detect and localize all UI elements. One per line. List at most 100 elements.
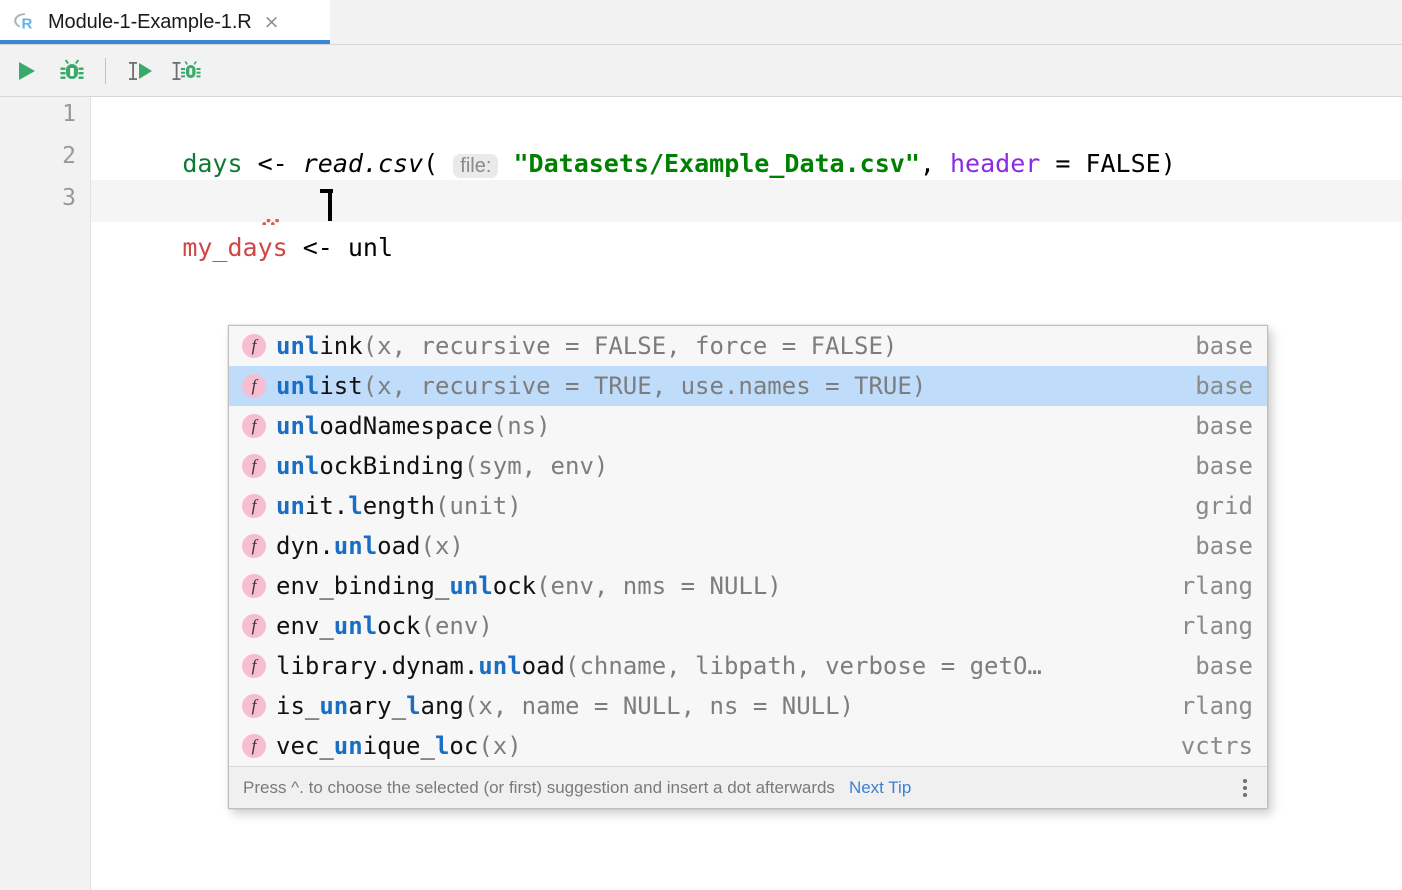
completion-name: oadNamespace	[319, 412, 492, 440]
completion-args: (x)	[478, 732, 521, 760]
text-caret	[328, 189, 332, 221]
completion-item[interactable]: flibrary.dynam.unload(chname, libpath, v…	[229, 646, 1267, 686]
completion-name: ockBinding	[319, 452, 464, 480]
code-token-days: days	[182, 149, 242, 178]
completion-match: unl	[276, 372, 319, 400]
function-icon: f	[242, 734, 266, 758]
completion-item[interactable]: funlist(x, recursive = TRUE, use.names =…	[229, 366, 1267, 406]
svg-text:R: R	[22, 16, 33, 33]
completion-name: ique_	[363, 732, 435, 760]
parameter-hint-file: file:	[453, 154, 498, 178]
completion-item[interactable]: f env_binding_unlock(env, nms = NULL) rlan…	[229, 566, 1267, 606]
code-line-1[interactable]: days <- read.csv( file: "Datasets/Exampl…	[92, 101, 1176, 143]
completion-item[interactable]: funit.length(unit)grid	[229, 486, 1267, 526]
completion-args: (chname, libpath, verbose = getO…	[565, 652, 1042, 680]
run-toolbar	[0, 45, 1402, 97]
completion-match: unl	[334, 612, 377, 640]
function-icon: f	[242, 414, 266, 438]
completion-match: unl	[334, 532, 377, 560]
next-tip-link[interactable]: Next Tip	[849, 778, 911, 798]
completion-item[interactable]: funlockBinding(sym, env) base	[229, 446, 1267, 486]
run-triangle-icon	[13, 58, 39, 84]
completion-item-signature: library.dynam.unload(chname, libpath, ve…	[276, 652, 1179, 680]
completion-name: ock	[377, 612, 420, 640]
editor-tab-bar: R Module-1-Example-1.R ×	[0, 0, 1402, 45]
code-completion-popup[interactable]: funlink(x, recursive = FALSE, force = FA…	[228, 325, 1268, 809]
debug-button[interactable]	[52, 51, 92, 91]
completion-item[interactable]: funlink(x, recursive = FALSE, force = FA…	[229, 326, 1267, 366]
completion-item-package: grid	[1195, 492, 1253, 520]
completion-item-package: vctrs	[1181, 732, 1253, 760]
completion-match: unl	[276, 332, 319, 360]
completion-args: (sym, env)	[464, 452, 609, 480]
completion-item[interactable]: f unloadNamespace(ns) base	[229, 406, 1267, 446]
completion-item-signature: unloadNamespace(ns)	[276, 412, 1179, 440]
completion-name: ist	[319, 372, 362, 400]
completion-item-package: base	[1195, 412, 1253, 440]
code-token-read-csv: read.csv	[303, 149, 423, 178]
completion-item-package: base	[1195, 532, 1253, 560]
completion-item-signature: dyn.unload(x)	[276, 532, 1179, 560]
code-token-open-paren: (	[423, 149, 438, 178]
completion-item[interactable]: fis_unary_lang(x, name = NULL, ns = NULL…	[229, 686, 1267, 726]
line-number-gutter: 1 2 3	[0, 97, 91, 890]
completion-name-2: oc	[449, 732, 478, 760]
completion-match-2: l	[348, 492, 362, 520]
code-token-assign-1: <-	[243, 149, 303, 178]
completion-match-2: l	[435, 732, 449, 760]
code-line-3[interactable]: my_days <- unl	[92, 185, 393, 227]
code-token-false: = FALSE)	[1040, 149, 1175, 178]
completion-match: unl	[478, 652, 521, 680]
completion-item[interactable]: fenv_unlock(env)rlang	[229, 606, 1267, 646]
completion-prefix: is_	[276, 692, 319, 720]
completion-args: (unit)	[435, 492, 522, 520]
completion-item-package: base	[1195, 372, 1253, 400]
function-icon: f	[242, 334, 266, 358]
completion-list[interactable]: funlink(x, recursive = FALSE, force = FA…	[229, 326, 1267, 766]
completion-item-signature: is_unary_lang(x, name = NULL, ns = NULL)	[276, 692, 1165, 720]
completion-item-package: base	[1195, 452, 1253, 480]
completion-args: (env, nms = NULL)	[536, 572, 782, 600]
completion-tip-text: Press ^. to choose the selected (or firs…	[243, 778, 835, 798]
function-icon: f	[242, 374, 266, 398]
code-token-my-days: my_days	[182, 233, 287, 262]
function-icon: f	[242, 454, 266, 478]
completion-prefix: env_binding_	[276, 572, 449, 600]
line-number-1: 1	[16, 101, 76, 127]
completion-args: (env)	[421, 612, 493, 640]
completion-match: un	[319, 692, 348, 720]
completion-item-package: rlang	[1181, 692, 1253, 720]
function-icon: f	[242, 494, 266, 518]
completion-match-2: l	[406, 692, 420, 720]
debug-to-caret-button[interactable]	[167, 51, 207, 91]
tab-title: Module-1-Example-1.R	[48, 11, 252, 34]
close-icon[interactable]: ×	[262, 12, 282, 32]
completion-match: unl	[276, 452, 319, 480]
completion-item-package: rlang	[1181, 572, 1253, 600]
completion-match: un	[276, 492, 305, 520]
completion-args: (x)	[421, 532, 464, 560]
completion-name: ink	[319, 332, 362, 360]
completion-item-signature: unlist(x, recursive = TRUE, use.names = …	[276, 372, 1179, 400]
completion-item-signature: env_binding_unlock(env, nms = NULL)	[276, 572, 1165, 600]
code-token-assign-unl: <- unl	[288, 233, 393, 262]
debug-bug-icon	[58, 57, 86, 85]
completion-name-2: ang	[421, 692, 464, 720]
completion-args: (ns)	[493, 412, 551, 440]
completion-item-package: base	[1195, 652, 1253, 680]
completion-item[interactable]: fvec_unique_loc(x)vctrs	[229, 726, 1267, 766]
completion-item-signature: unlink(x, recursive = FALSE, force = FAL…	[276, 332, 1179, 360]
code-editor[interactable]: 1 2 3 days <- read.csv( file: "Datasets/…	[0, 97, 1402, 890]
run-to-caret-button[interactable]	[121, 51, 161, 91]
more-vertical-icon[interactable]	[1235, 776, 1255, 800]
completion-args: (x, recursive = FALSE, force = FALSE)	[363, 332, 898, 360]
code-token-comma: ,	[920, 149, 950, 178]
r-file-icon: R	[12, 9, 38, 35]
run-button[interactable]	[6, 51, 46, 91]
completion-item-package: rlang	[1181, 612, 1253, 640]
function-icon: f	[242, 574, 266, 598]
completion-args: (x, recursive = TRUE, use.names = TRUE)	[363, 372, 927, 400]
completion-item[interactable]: fdyn.unload(x)base	[229, 526, 1267, 566]
function-icon: f	[242, 614, 266, 638]
editor-tab-module-1-example-1[interactable]: R Module-1-Example-1.R ×	[0, 0, 330, 44]
